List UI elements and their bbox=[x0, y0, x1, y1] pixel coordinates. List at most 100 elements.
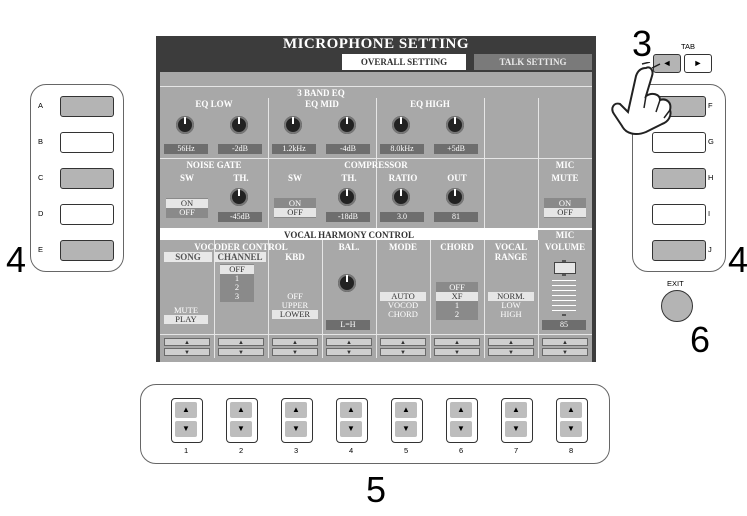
down-arrow-icon[interactable]: ▼ bbox=[340, 421, 362, 437]
bal-knob[interactable] bbox=[338, 274, 356, 292]
hardware-button-number: 6 bbox=[459, 446, 464, 455]
screen-up-arrow-2[interactable]: ▲ bbox=[218, 338, 264, 346]
button-b[interactable] bbox=[60, 132, 114, 153]
hardware-button-7[interactable]: ▲ ▼ bbox=[501, 398, 533, 443]
eq-high-freq-knob[interactable] bbox=[392, 116, 410, 134]
screen-up-arrow-3[interactable]: ▲ bbox=[272, 338, 318, 346]
screen-down-arrow-4[interactable]: ▼ bbox=[326, 348, 372, 356]
ng-th-value: -45dB bbox=[218, 212, 262, 222]
hardware-button-4[interactable]: ▲ ▼ bbox=[336, 398, 368, 443]
triangle-up-icon: ▲ bbox=[346, 340, 352, 346]
ng-sw-switch[interactable]: ON OFF bbox=[166, 198, 208, 218]
up-arrow-icon[interactable]: ▲ bbox=[230, 402, 252, 418]
hardware-button-1[interactable]: ▲ ▼ bbox=[171, 398, 203, 443]
ng-th-knob[interactable] bbox=[230, 188, 248, 206]
eq-high-gain-value: +5dB bbox=[434, 144, 478, 154]
comp-out-value: 81 bbox=[434, 212, 478, 222]
hardware-button-3[interactable]: ▲ ▼ bbox=[281, 398, 313, 443]
hardware-button-6[interactable]: ▲ ▼ bbox=[446, 398, 478, 443]
up-arrow-icon[interactable]: ▲ bbox=[505, 402, 527, 418]
down-arrow-icon[interactable]: ▼ bbox=[450, 421, 472, 437]
bal-value: L=H bbox=[326, 320, 370, 330]
exit-button[interactable] bbox=[661, 290, 693, 322]
comp-ratio-knob[interactable] bbox=[392, 188, 410, 206]
screen-up-arrow-1[interactable]: ▲ bbox=[164, 338, 210, 346]
screen-down-arrow-5[interactable]: ▼ bbox=[380, 348, 426, 356]
eq-low-gain-knob[interactable] bbox=[230, 116, 248, 134]
screen-up-arrow-7[interactable]: ▲ bbox=[488, 338, 534, 346]
triangle-down-icon: ▼ bbox=[508, 350, 514, 356]
button-c[interactable] bbox=[60, 168, 114, 189]
down-arrow-icon[interactable]: ▼ bbox=[175, 421, 197, 437]
eq-section-title: 3 BAND EQ bbox=[297, 88, 345, 98]
down-arrow-icon[interactable]: ▼ bbox=[285, 421, 307, 437]
button-e[interactable] bbox=[60, 240, 114, 261]
hardware-button-2[interactable]: ▲ ▼ bbox=[226, 398, 258, 443]
down-arrow-icon[interactable]: ▼ bbox=[560, 421, 582, 437]
button-i[interactable] bbox=[652, 204, 706, 225]
mode-list[interactable]: AUTO VOCOD CHORD bbox=[380, 292, 426, 320]
up-arrow-icon[interactable]: ▲ bbox=[175, 402, 197, 418]
down-arrow-icon[interactable]: ▼ bbox=[395, 421, 417, 437]
tab-talk-setting[interactable]: TALK SETTING bbox=[474, 54, 592, 70]
screen-up-arrow-6[interactable]: ▲ bbox=[434, 338, 480, 346]
kbd-list[interactable]: OFF UPPER LOWER bbox=[272, 292, 318, 320]
hardware-button-8[interactable]: ▲ ▼ bbox=[556, 398, 588, 443]
button-h[interactable] bbox=[652, 168, 706, 189]
eq-high-gain-knob[interactable] bbox=[446, 116, 464, 134]
down-arrow-icon[interactable]: ▼ bbox=[505, 421, 527, 437]
hardware-button-number: 1 bbox=[184, 446, 189, 455]
mic-mute-switch[interactable]: ON OFF bbox=[544, 198, 586, 218]
tab-right-button[interactable]: ► bbox=[684, 54, 712, 73]
ng-th-label: TH. bbox=[233, 173, 249, 183]
song-list[interactable]: MUTE PLAY bbox=[164, 278, 208, 332]
screen-up-arrow-5[interactable]: ▲ bbox=[380, 338, 426, 346]
comp-sw-switch[interactable]: ON OFF bbox=[274, 198, 316, 218]
screen-down-arrow-7[interactable]: ▼ bbox=[488, 348, 534, 356]
mic-volume-slider-handle[interactable] bbox=[554, 262, 576, 274]
up-arrow-icon[interactable]: ▲ bbox=[450, 402, 472, 418]
button-label-i: I bbox=[708, 209, 711, 218]
page-title: MICROPHONE SETTING bbox=[282, 36, 470, 52]
tab-overall-setting[interactable]: OVERALL SETTING bbox=[342, 54, 466, 70]
eq-mid-gain-value: -4dB bbox=[326, 144, 370, 154]
down-arrow-icon[interactable]: ▼ bbox=[230, 421, 252, 437]
chord-list[interactable]: OFF XF 1 2 bbox=[436, 282, 478, 320]
eq-mid-freq-knob[interactable] bbox=[284, 116, 302, 134]
button-j[interactable] bbox=[652, 240, 706, 261]
up-arrow-icon[interactable]: ▲ bbox=[285, 402, 307, 418]
screen-down-arrow-1[interactable]: ▼ bbox=[164, 348, 210, 356]
up-arrow-icon[interactable]: ▲ bbox=[560, 402, 582, 418]
hardware-button-number: 4 bbox=[349, 446, 354, 455]
eq-mid-gain-knob[interactable] bbox=[338, 116, 356, 134]
exit-label: EXIT bbox=[667, 279, 684, 288]
hardware-button-5[interactable]: ▲ ▼ bbox=[391, 398, 423, 443]
button-d[interactable] bbox=[60, 204, 114, 225]
button-a[interactable] bbox=[60, 96, 114, 117]
comp-out-knob[interactable] bbox=[446, 188, 464, 206]
screen-up-arrow-8[interactable]: ▲ bbox=[542, 338, 588, 346]
tab-label: TAB bbox=[681, 42, 696, 51]
channel-list[interactable]: OFF 1 2 3 bbox=[220, 264, 254, 302]
screen-down-arrow-8[interactable]: ▼ bbox=[542, 348, 588, 356]
screen-down-arrow-6[interactable]: ▼ bbox=[434, 348, 480, 356]
up-arrow-icon[interactable]: ▲ bbox=[395, 402, 417, 418]
screen-down-arrow-3[interactable]: ▼ bbox=[272, 348, 318, 356]
triangle-down-icon: ▼ bbox=[562, 350, 568, 356]
eq-low-freq-knob[interactable] bbox=[176, 116, 194, 134]
vocal-range-list[interactable]: NORM. LOW HIGH bbox=[488, 292, 534, 320]
hardware-button-number: 7 bbox=[514, 446, 519, 455]
comp-th-knob[interactable] bbox=[338, 188, 356, 206]
screen-down-arrow-2[interactable]: ▼ bbox=[218, 348, 264, 356]
column-divider bbox=[430, 240, 431, 358]
hardware-button-number: 5 bbox=[404, 446, 409, 455]
eq-mid-freq-value: 1.2kHz bbox=[272, 144, 316, 154]
up-arrow-icon[interactable]: ▲ bbox=[340, 402, 362, 418]
mode-label: MODE bbox=[389, 242, 417, 252]
screen-up-arrow-4[interactable]: ▲ bbox=[326, 338, 372, 346]
vocal-range-option: HIGH bbox=[500, 309, 522, 319]
button-label-d: D bbox=[38, 209, 44, 218]
vhc-title: VOCAL HARMONY CONTROL bbox=[284, 230, 414, 240]
button-label-b: B bbox=[38, 137, 44, 146]
channel-option: 3 bbox=[234, 291, 240, 301]
